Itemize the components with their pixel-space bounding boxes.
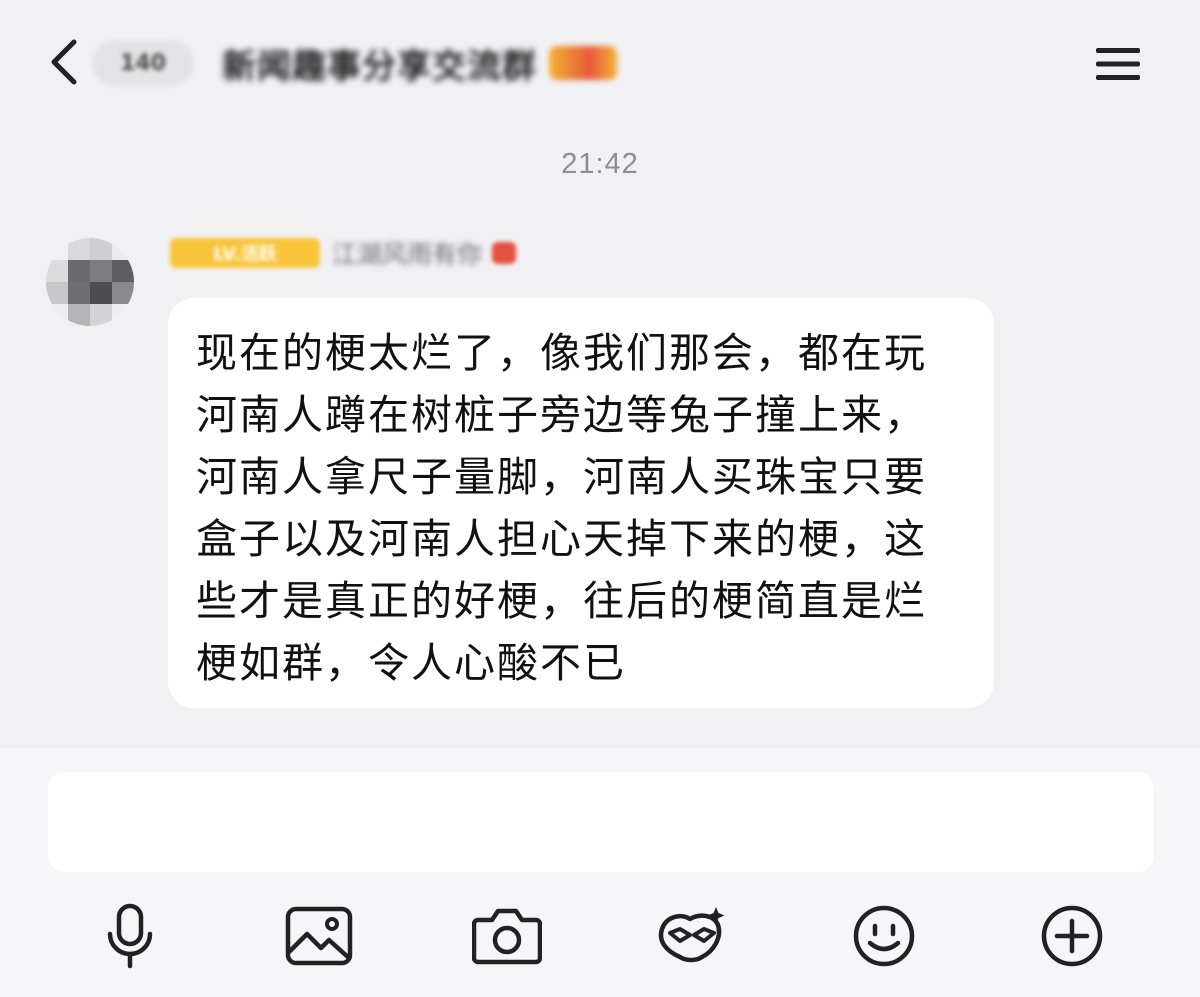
microphone-icon — [107, 903, 153, 969]
sender-name[interactable]: 江湖风雨有你 — [332, 235, 482, 271]
plus-icon — [1041, 905, 1103, 967]
message-input[interactable] — [48, 772, 1154, 872]
message-timestamp: 21:42 — [561, 148, 639, 180]
voice-button[interactable] — [92, 898, 168, 974]
image-icon — [285, 906, 353, 966]
member-level-badge: LV.活跃 — [170, 238, 320, 268]
camera-icon — [472, 908, 542, 965]
mask-effect-icon — [658, 907, 725, 963]
group-medal-icon — [549, 46, 617, 80]
message-composer — [0, 748, 1200, 997]
message-text: 现在的梗太烂了，像我们那会，都在玩河南人蹲在树桩子旁边等兔子撞上来，河南人拿尺子… — [196, 329, 927, 687]
chevron-left-icon — [51, 39, 77, 85]
emoji-button[interactable] — [846, 898, 922, 974]
back-button[interactable] — [38, 36, 90, 88]
more-button[interactable] — [1034, 898, 1110, 974]
image-button[interactable] — [281, 898, 357, 974]
emoji-icon — [853, 905, 915, 967]
menu-button[interactable] — [1090, 42, 1146, 86]
effect-button[interactable] — [654, 898, 730, 974]
member-title-icon — [492, 242, 517, 264]
chat-title[interactable]: 新闻趣事分享交流群 — [222, 38, 617, 88]
chat-title-text: 新闻趣事分享交流群 — [222, 46, 537, 87]
avatar-image — [46, 238, 134, 326]
message-bubble[interactable]: 现在的梗太烂了，像我们那会，都在玩河南人蹲在树桩子旁边等兔子撞上来，河南人拿尺子… — [168, 298, 994, 708]
sender-info: LV.活跃 江湖风雨有你 — [170, 235, 517, 271]
unread-count-badge[interactable]: 140 — [92, 40, 194, 86]
chat-header: 140 新闻趣事分享交流群 — [0, 0, 1200, 130]
sender-avatar[interactable] — [46, 238, 134, 326]
camera-button[interactable] — [469, 898, 545, 974]
hamburger-menu-icon — [1096, 48, 1140, 80]
